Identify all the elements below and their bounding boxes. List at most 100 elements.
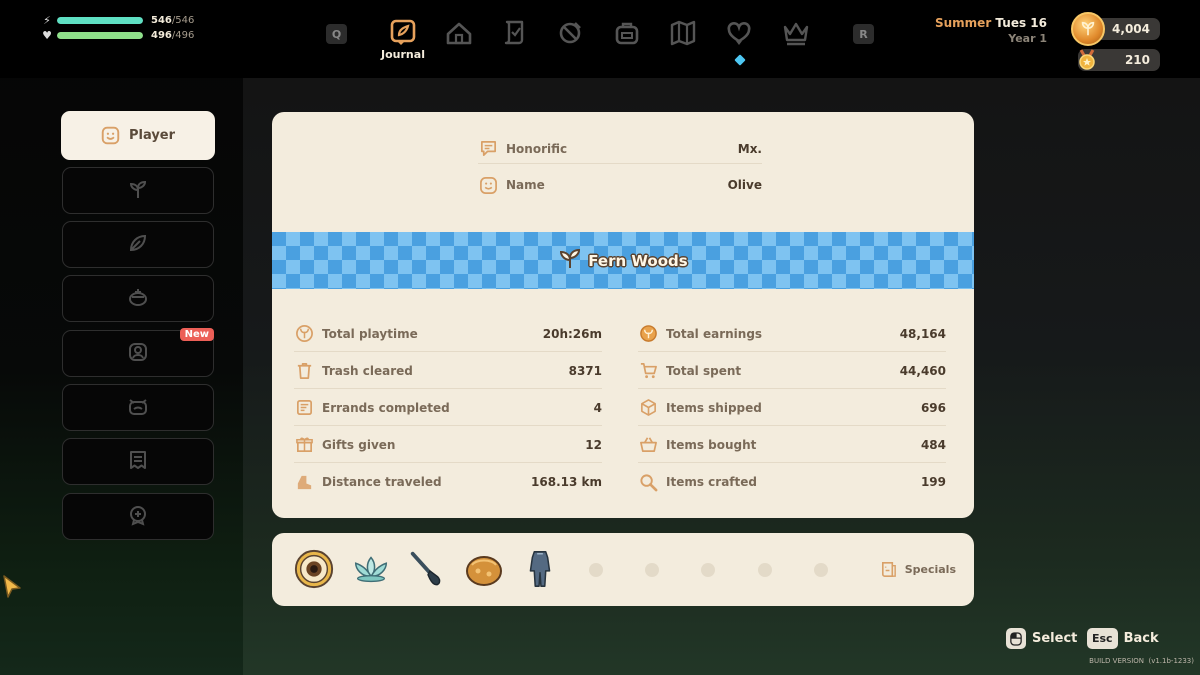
back-control[interactable]: Esc Back xyxy=(1087,628,1159,649)
villager-icon xyxy=(127,341,149,367)
honorific-label: Honorific xyxy=(506,141,568,156)
nav-active-label: Journal xyxy=(381,48,425,61)
health-stat: ♥ 496/496 xyxy=(40,29,194,42)
stat-value: 696 xyxy=(920,400,946,415)
stat-value: 48,164 xyxy=(899,326,946,341)
basket-icon xyxy=(638,435,658,455)
heart-health-icon: ♥ xyxy=(42,29,52,42)
stat-total-playtime: Total playtime 20h:26m xyxy=(294,316,602,352)
calendar-date: Summer Tues 16 Year 1 xyxy=(935,16,1047,45)
journal-icon[interactable] xyxy=(385,15,421,51)
stat-total-earnings: Total earnings 48,164 xyxy=(638,316,946,352)
sidebar-tab-player[interactable]: Player xyxy=(61,111,215,160)
earnings-coin-icon xyxy=(638,324,658,344)
stat-value: 199 xyxy=(920,475,946,489)
sidebar-tab-foraging[interactable] xyxy=(62,221,214,268)
stat-value: 168.13 km xyxy=(531,475,602,489)
medal-icon xyxy=(1075,48,1099,72)
energy-current: 546 xyxy=(151,15,172,26)
stat-label: Total spent xyxy=(666,363,742,378)
energy-stat: ⚡ 546/546 xyxy=(40,14,194,27)
gift-icon xyxy=(294,435,314,455)
health-current: 496 xyxy=(151,30,172,41)
stat-label: Items shipped xyxy=(666,400,762,415)
eye-orb-icon[interactable] xyxy=(292,547,336,591)
sidebar-tab-farming[interactable] xyxy=(62,167,214,214)
stat-label: Distance traveled xyxy=(322,475,442,489)
farm-name: Fern Woods xyxy=(588,251,688,270)
leaf-icon xyxy=(127,232,149,258)
sidebar-tab-cooking[interactable] xyxy=(62,275,214,322)
heart-icon[interactable] xyxy=(721,15,757,51)
esc-key: Esc xyxy=(1087,628,1118,649)
tools-icon[interactable] xyxy=(552,15,588,51)
energy-max: /546 xyxy=(171,15,195,26)
build-version: BUILD VERSION (v1.1b-1233) xyxy=(1089,657,1194,665)
diving-suit-icon[interactable] xyxy=(518,547,562,591)
coin-icon xyxy=(1071,12,1105,46)
stat-label: Gifts given xyxy=(322,437,396,452)
sidebar-tab-villagers[interactable]: New xyxy=(62,328,214,377)
quest-scroll-icon[interactable] xyxy=(497,15,533,51)
lightning-icon: ⚡ xyxy=(43,14,51,27)
stat-value: 20h:26m xyxy=(542,326,602,341)
stat-total-spent: Total spent 44,460 xyxy=(638,353,946,389)
season: Summer xyxy=(934,16,992,30)
paintbrush-icon[interactable] xyxy=(406,547,450,591)
honorific-row[interactable]: Honorific Mx. xyxy=(478,134,762,164)
build-number: (v1.1b-1233) xyxy=(1148,657,1194,665)
stat-label: Trash cleared xyxy=(322,363,413,378)
backpack-icon[interactable] xyxy=(609,15,645,51)
stat-distance-traveled: Distance traveled 168.13 km xyxy=(294,464,602,500)
player-profile-card: Honorific Mx. Name Olive Fern Woods Tota… xyxy=(272,112,974,518)
stat-value: 44,460 xyxy=(899,363,946,378)
boot-icon xyxy=(294,472,314,492)
sidebar-tab-achievements[interactable] xyxy=(62,493,214,540)
speech-bubble-icon xyxy=(478,139,498,159)
sprout-icon xyxy=(127,178,149,204)
nav-next-key[interactable]: R xyxy=(853,24,874,44)
golden-pot-icon[interactable] xyxy=(462,547,506,591)
achievement-icon xyxy=(127,504,149,530)
name-value: Olive xyxy=(727,178,762,192)
farm-sprout-icon xyxy=(558,247,582,275)
stat-value: 8371 xyxy=(568,363,602,378)
house-icon[interactable] xyxy=(441,15,477,51)
crown-icon[interactable] xyxy=(778,15,814,51)
select-control[interactable]: Select xyxy=(1006,628,1077,649)
hammer-icon xyxy=(638,472,658,492)
build-label: BUILD VERSION xyxy=(1089,657,1145,665)
specials-panel: Specials xyxy=(272,533,974,606)
stat-value: 4 xyxy=(593,400,602,415)
name-label: Name xyxy=(506,178,545,192)
farm-banner: Fern Woods xyxy=(272,232,974,289)
stat-items-bought: Items bought 484 xyxy=(638,427,946,463)
stat-gifts-given: Gifts given 12 xyxy=(294,427,602,463)
stat-items-crafted: Items crafted 199 xyxy=(638,464,946,500)
stat-label: Items crafted xyxy=(666,475,757,489)
sidebar-tab-recipes[interactable] xyxy=(62,438,214,485)
sidebar-tab-player-label: Player xyxy=(128,128,176,143)
health-max: /496 xyxy=(171,30,195,41)
mouse-button-icon xyxy=(1006,628,1026,649)
smiley-icon xyxy=(478,175,498,195)
name-row[interactable]: Name Olive xyxy=(478,170,762,200)
lotus-icon[interactable] xyxy=(349,547,393,591)
sidebar-tab-critters[interactable] xyxy=(62,384,214,431)
stat-label: Items bought xyxy=(666,437,757,452)
year: Year 1 xyxy=(1008,32,1047,45)
player-icon xyxy=(101,126,121,146)
cart-icon xyxy=(638,361,658,381)
stat-label: Total playtime xyxy=(322,326,418,341)
stat-value: 12 xyxy=(585,437,602,452)
specials-icon xyxy=(879,559,899,579)
nav-prev-key[interactable]: Q xyxy=(326,24,347,44)
map-icon[interactable] xyxy=(665,15,701,51)
crate-icon xyxy=(638,398,658,418)
stat-items-shipped: Items shipped 696 xyxy=(638,390,946,426)
health-bar xyxy=(57,32,143,39)
empty-slot xyxy=(701,563,715,577)
new-badge: New xyxy=(179,328,214,341)
stat-label: Errands completed xyxy=(322,400,450,415)
day: Tues 16 xyxy=(995,16,1047,30)
